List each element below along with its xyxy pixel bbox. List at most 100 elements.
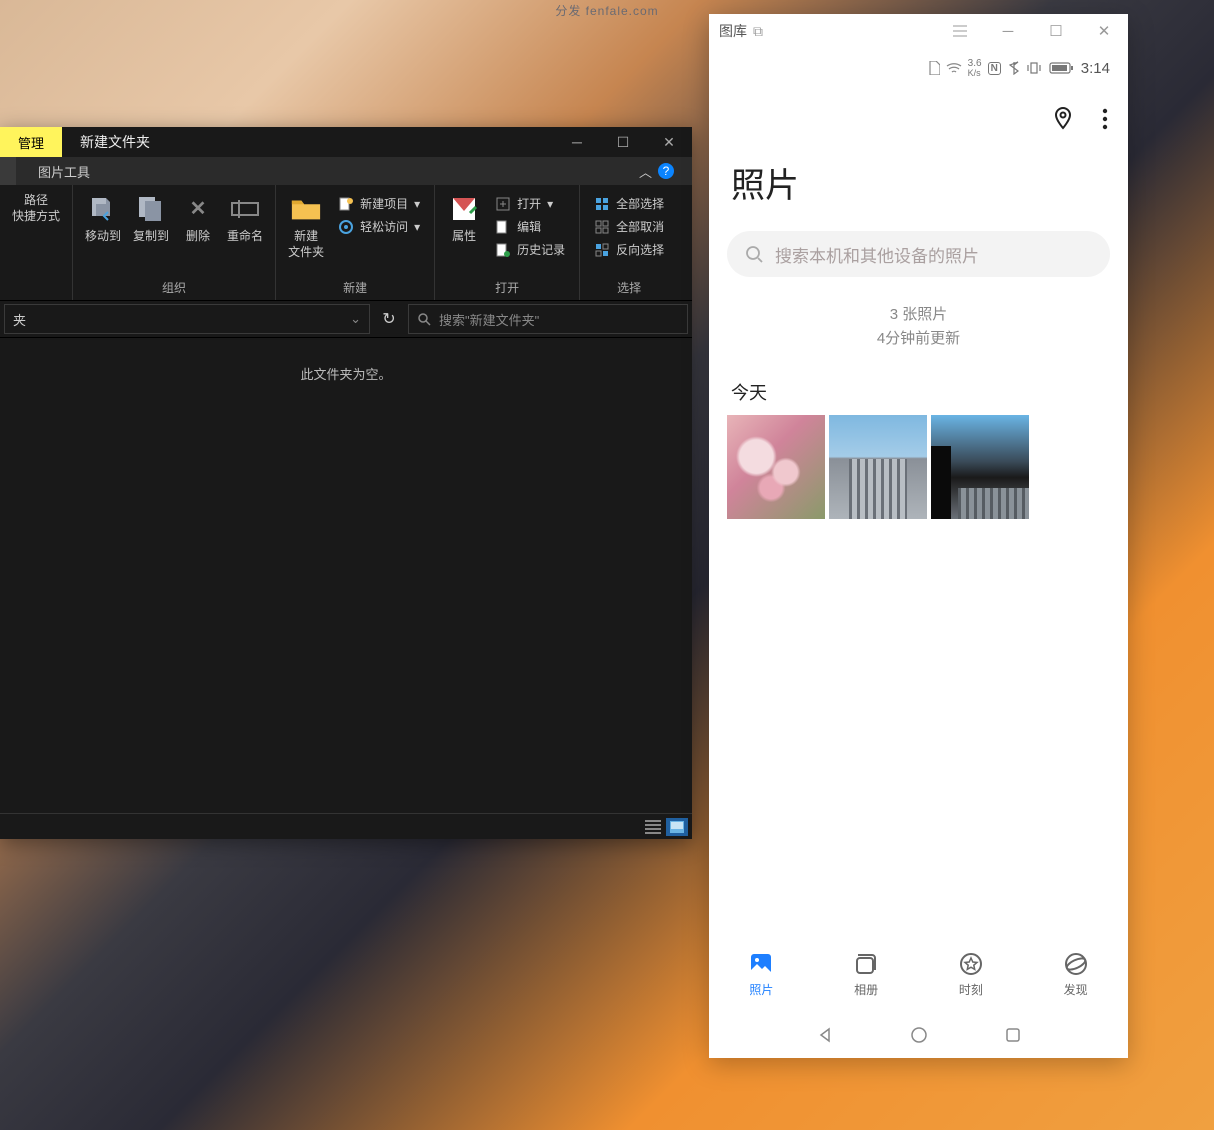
bluetooth-icon [1009, 61, 1019, 75]
move-to-button[interactable]: 移动到 [79, 189, 127, 249]
folder-content: 此文件夹为空。 [0, 337, 692, 813]
open-label: 打开 [517, 195, 541, 212]
invert-selection-button[interactable]: 反向选择 [590, 239, 668, 260]
open-button[interactable]: 打开 ▾ [491, 193, 569, 214]
move-to-label: 移动到 [85, 229, 121, 245]
address-text: 夹 [13, 310, 26, 329]
tab-picture-tools[interactable]: 图片工具 [38, 162, 90, 181]
sim-icon [928, 61, 940, 75]
discover-icon [1063, 951, 1089, 977]
new-item-button[interactable]: 新建项目 ▾ [334, 193, 424, 214]
select-all-icon [594, 196, 610, 212]
maximize-button[interactable]: ☐ [600, 127, 646, 157]
photo-thumbnail[interactable] [727, 415, 825, 519]
moments-icon [958, 951, 984, 977]
phone-header [709, 88, 1128, 140]
group-label-open: 打开 [435, 277, 579, 300]
delete-label: 删除 [186, 229, 210, 245]
nav-discover[interactable]: 发现 [1023, 936, 1128, 1012]
select-none-button[interactable]: 全部取消 [590, 216, 668, 237]
window-title: 新建文件夹 [62, 127, 168, 157]
group-label-new: 新建 [276, 277, 434, 300]
new-item-label: 新建项目 [360, 195, 408, 212]
photo-thumbnail[interactable] [829, 415, 927, 519]
group-label-empty [0, 280, 72, 300]
last-updated: 4分钟前更新 [709, 327, 1128, 351]
phone-app-title: 图库 [719, 21, 747, 41]
search-icon [745, 245, 763, 263]
section-today: 今天 [709, 371, 1128, 411]
photos-icon [748, 951, 774, 977]
menu-icon[interactable] [946, 17, 974, 45]
file-explorer-window: 管理 新建文件夹 ─ ☐ ✕ 图片工具 ︿ ? 路径 快捷方式 [0, 127, 692, 839]
photo-thumbnail[interactable] [931, 415, 1029, 519]
view-details-button[interactable] [642, 818, 664, 836]
select-all-button[interactable]: 全部选择 [590, 193, 668, 214]
shortcut-label: 快捷方式 [12, 209, 60, 225]
nav-photos[interactable]: 照片 [709, 936, 814, 1012]
rename-button[interactable]: 重命名 [221, 189, 269, 249]
photo-summary: 3 张照片 4分钟前更新 [709, 277, 1128, 371]
nav-photos-label: 照片 [749, 981, 773, 998]
collapse-ribbon-icon[interactable]: ︿ [639, 162, 652, 181]
search-bar[interactable]: 搜索本机和其他设备的照片 [727, 231, 1110, 277]
easy-access-label: 轻松访问 [360, 218, 408, 235]
rename-icon [229, 193, 261, 225]
history-button[interactable]: 历史记录 [491, 239, 569, 260]
dropdown-icon: ▾ [414, 197, 420, 211]
nav-discover-label: 发现 [1064, 981, 1088, 998]
battery-icon [1049, 62, 1073, 74]
new-folder-label: 新建 文件夹 [288, 229, 324, 260]
delete-button[interactable]: ✕ 删除 [175, 189, 221, 249]
recent-apps-button[interactable] [1001, 1023, 1025, 1047]
group-label-select: 选择 [580, 277, 678, 300]
refresh-button[interactable]: ↻ [374, 304, 404, 334]
tab-manage[interactable]: 管理 [0, 127, 62, 157]
copy-to-icon [135, 193, 167, 225]
maximize-button[interactable]: ☐ [1042, 17, 1070, 45]
watermark-text: 分发 fenfale.com [555, 2, 658, 19]
minimize-button[interactable]: ─ [994, 17, 1022, 45]
nav-moments[interactable]: 时刻 [919, 936, 1024, 1012]
home-button[interactable] [907, 1023, 931, 1047]
properties-icon [448, 193, 480, 225]
search-placeholder: 搜索本机和其他设备的照片 [775, 242, 979, 267]
search-icon [417, 312, 431, 326]
minimize-button[interactable]: ─ [554, 127, 600, 157]
close-button[interactable]: ✕ [646, 127, 692, 157]
status-bar [0, 813, 692, 839]
photo-count: 3 张照片 [709, 303, 1128, 327]
invert-selection-icon [594, 242, 610, 258]
back-button[interactable] [813, 1023, 837, 1047]
close-button[interactable]: ✕ [1090, 17, 1118, 45]
phone-status-bar: 3.6 K/s N 3:14 [709, 48, 1128, 88]
more-icon[interactable] [1102, 108, 1108, 130]
address-path[interactable]: 夹 ⌄ [4, 304, 370, 334]
new-folder-button[interactable]: 新建 文件夹 [282, 189, 330, 264]
nav-albums[interactable]: 相册 [814, 936, 919, 1012]
invert-selection-label: 反向选择 [616, 241, 664, 258]
copy-to-button[interactable]: 复制到 [127, 189, 175, 249]
history-icon [495, 242, 511, 258]
open-icon [495, 196, 511, 212]
view-thumbnails-button[interactable] [666, 818, 688, 836]
search-placeholder: 搜索"新建文件夹" [439, 310, 539, 329]
search-box[interactable]: 搜索"新建文件夹" [408, 304, 688, 334]
properties-button[interactable]: 属性 [441, 189, 487, 249]
nav-moments-label: 时刻 [959, 981, 983, 998]
bottom-nav: 照片 相册 时刻 发现 [709, 936, 1128, 1012]
edit-button[interactable]: 编辑 [491, 216, 569, 237]
help-icon[interactable]: ? [658, 163, 674, 179]
easy-access-button[interactable]: 轻松访问 ▾ [334, 216, 424, 237]
location-icon[interactable] [1050, 106, 1076, 132]
group-label-organize: 组织 [73, 277, 275, 300]
window-controls: ─ ☐ ✕ [554, 127, 692, 157]
path-shortcut-button[interactable]: 路径 快捷方式 [6, 189, 66, 228]
address-dropdown-icon[interactable]: ⌄ [350, 311, 361, 327]
dropdown-icon: ▾ [414, 220, 420, 234]
empty-folder-message: 此文件夹为空。 [300, 364, 391, 383]
albums-icon [853, 951, 879, 977]
phone-mirror-window: 图库 ⧉ ─ ☐ ✕ 3.6 K/s N [709, 14, 1128, 1058]
vibrate-icon [1027, 61, 1041, 75]
status-time: 3:14 [1081, 60, 1110, 77]
